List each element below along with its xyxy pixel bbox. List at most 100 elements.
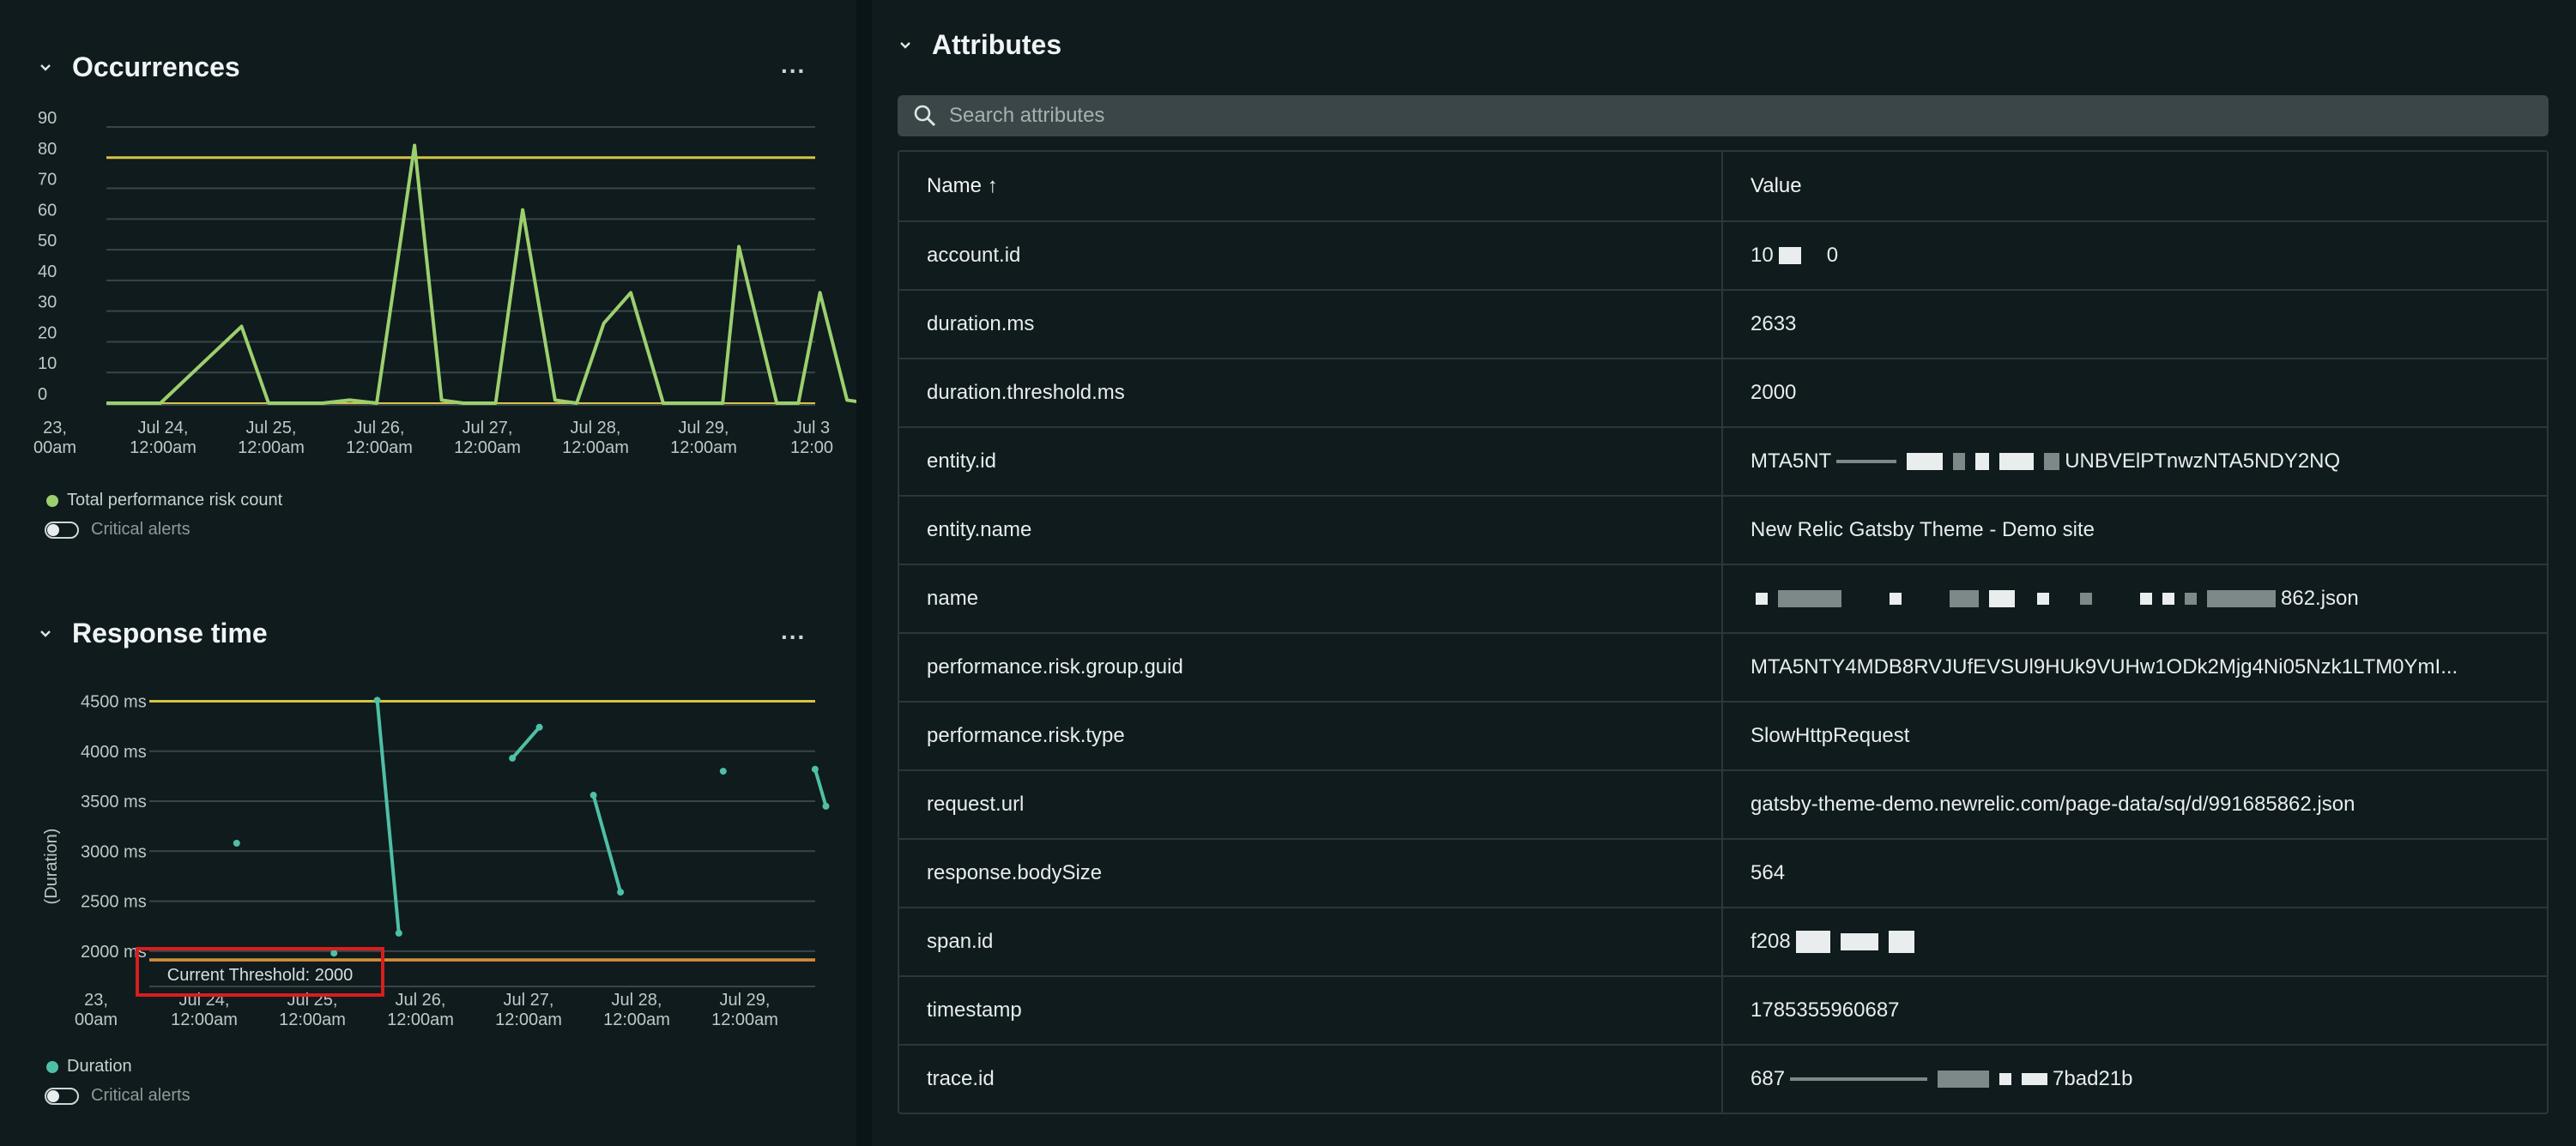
y-tick-label: 40 <box>38 262 57 281</box>
table-row[interactable]: duration.threshold.ms 2000 <box>899 358 2547 426</box>
occurrences-legend-series[interactable]: Total performance risk count <box>46 491 282 510</box>
occurrences-critical-alerts-toggle[interactable]: Critical alerts <box>45 520 190 540</box>
response-time-critical-alerts-label: Critical alerts <box>91 1086 190 1105</box>
y-tick-label: 80 <box>38 140 57 159</box>
series-line-total-performance-risk-count <box>106 143 856 405</box>
response-time-legend-series[interactable]: Duration <box>46 1057 132 1077</box>
redaction-block <box>2207 590 2276 607</box>
attribute-value-text: 10 <box>1751 244 1774 267</box>
redaction-block <box>1836 460 1897 463</box>
table-row[interactable]: performance.risk.group.guid MTA5NTY4MDB8… <box>899 632 2547 701</box>
column-header-value[interactable]: Value <box>1723 152 2547 220</box>
x-tick-label: Jul 26, <box>354 419 405 437</box>
attribute-name: entity.id <box>899 428 1723 495</box>
duration-point <box>590 792 597 799</box>
table-row[interactable]: response.bodySize 564 <box>899 838 2547 907</box>
y-tick-label: 90 <box>38 109 57 128</box>
redaction-block <box>1778 590 1841 607</box>
redaction-block <box>2044 453 2060 470</box>
occurrences-chart: 010203040506070809023,00amJul 24,12:00am… <box>33 109 856 457</box>
attribute-name: entity.name <box>899 497 1723 564</box>
attribute-value: 687 7bad21b <box>1723 1046 2547 1113</box>
search-input[interactable] <box>949 104 2494 128</box>
attribute-value: SlowHttpRequest <box>1751 724 1910 747</box>
table-row[interactable]: performance.risk.type SlowHttpRequest <box>899 701 2547 769</box>
duration-point <box>233 839 240 847</box>
attribute-value: 564 <box>1751 861 1786 884</box>
occurrences-legend-label: Total performance risk count <box>67 491 283 510</box>
y-tick-label: 3500 ms <box>81 793 147 811</box>
table-row[interactable]: account.id 10 0 <box>899 220 2547 289</box>
x-tick-label: 12:00am <box>387 1010 454 1029</box>
redaction-block <box>1999 453 2035 470</box>
x-tick-label: 12:00am <box>454 438 521 457</box>
x-tick-label: 12:00am <box>130 438 197 457</box>
response-time-critical-alerts-toggle[interactable]: Critical alerts <box>45 1086 190 1106</box>
x-tick-label: 12:00am <box>562 438 629 457</box>
response-time-title: Response time <box>72 618 268 648</box>
toggle-icon[interactable] <box>45 1087 79 1105</box>
y-axis-label: (Duration) <box>42 829 61 905</box>
redaction-block <box>1989 590 2015 607</box>
y-tick-label: 60 <box>38 201 57 220</box>
y-tick-label: 4000 ms <box>81 743 147 762</box>
x-tick-label: Jul 29, <box>720 991 771 1010</box>
search-bar[interactable] <box>898 95 2549 136</box>
attribute-value: f208 <box>1723 908 2547 975</box>
redaction-block <box>2022 1073 2048 1085</box>
x-tick-label: 12:00am <box>171 1010 238 1029</box>
attribute-name: timestamp <box>899 977 1723 1044</box>
attribute-value-text: f208 <box>1751 930 1791 953</box>
attribute-value: MTA5NT UNBVElPTnwzNTA5NDY2NQ <box>1723 428 2547 495</box>
chevron-down-icon[interactable] <box>38 60 53 75</box>
redaction-block <box>1938 1071 1990 1088</box>
y-tick-label: 2500 ms <box>81 893 147 912</box>
occurrences-title: Occurrences <box>72 51 240 82</box>
occurrences-header[interactable]: Occurrences <box>38 51 240 83</box>
occurrences-critical-alerts-label: Critical alerts <box>91 520 190 539</box>
attribute-value-end: 862.json <box>2281 587 2359 610</box>
attributes-header[interactable]: Attributes <box>898 29 1061 61</box>
attribute-name: duration.ms <box>899 291 1723 358</box>
table-row[interactable]: request.url gatsby-theme-demo.newrelic.c… <box>899 769 2547 838</box>
duration-point <box>535 723 543 731</box>
attribute-name: trace.id <box>899 1046 1723 1113</box>
attribute-name: request.url <box>899 771 1723 838</box>
attribute-value: 2000 <box>1751 381 1797 404</box>
occurrences-more-button[interactable]: ... <box>781 51 806 79</box>
table-row[interactable]: duration.ms 2633 <box>899 289 2547 358</box>
y-tick-label: 70 <box>38 171 57 190</box>
y-tick-label: 4500 ms <box>81 692 147 711</box>
chevron-down-icon[interactable] <box>898 38 913 53</box>
duration-point <box>509 754 517 762</box>
redaction-block <box>2162 593 2174 605</box>
duration-line-segment <box>813 769 828 807</box>
response-time-legend-label: Duration <box>67 1057 132 1076</box>
redaction-gap <box>1811 247 1822 264</box>
y-tick-label: 50 <box>38 232 57 250</box>
table-row[interactable]: entity.id MTA5NT UNBVElPTnwzNTA5NDY2NQ <box>899 426 2547 495</box>
charts-panel: Occurrences ... 0 10 20 30 40 50 60 70 80 90 23, 00… <box>0 0 856 1146</box>
toggle-icon[interactable] <box>45 521 79 539</box>
attribute-name: span.id <box>899 908 1723 975</box>
table-row[interactable]: trace.id 687 7bad21b <box>899 1044 2547 1113</box>
response-time-header[interactable]: Response time <box>38 618 268 649</box>
panel-divider[interactable] <box>856 0 872 1146</box>
response-time-chart: (Duration)2000 ms2500 ms3000 ms3500 ms40… <box>42 692 830 1029</box>
redaction-block <box>1890 593 1902 605</box>
table-row[interactable]: timestamp 1785355960687 <box>899 975 2547 1044</box>
attribute-value: New Relic Gatsby Theme - Demo site <box>1751 518 2095 541</box>
redaction-block <box>2037 593 2049 605</box>
table-row[interactable]: span.id f208 <box>899 907 2547 975</box>
attributes-table: Name ↑ Value account.id 10 0 duration.ms … <box>898 150 2549 1114</box>
x-tick-label: 23, <box>84 991 108 1010</box>
attribute-value: 1785355960687 <box>1751 998 1900 1022</box>
x-tick-label: 12:00am <box>495 1010 562 1029</box>
table-row[interactable]: name 862.json <box>899 564 2547 632</box>
x-tick-label: 12:00am <box>711 1010 778 1029</box>
column-header-name[interactable]: Name ↑ <box>899 152 1723 220</box>
response-time-more-button[interactable]: ... <box>781 618 806 645</box>
chevron-down-icon[interactable] <box>38 626 53 642</box>
table-row[interactable]: entity.name New Relic Gatsby Theme - Dem… <box>899 495 2547 564</box>
series-dot-icon <box>46 494 58 507</box>
